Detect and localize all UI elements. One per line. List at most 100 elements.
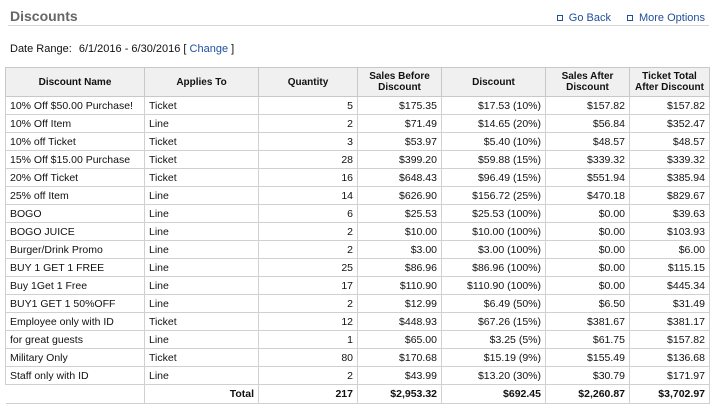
cell-applies-to: Ticket bbox=[144, 312, 259, 331]
cell-quantity: 16 bbox=[258, 168, 358, 187]
table-row: Employee only with ID Ticket 12 $448.93 $67.… bbox=[5, 312, 710, 331]
cell-quantity: 2 bbox=[258, 222, 358, 241]
cell-applies-to: Line bbox=[144, 276, 259, 295]
cell-sales-before: $12.99 bbox=[357, 294, 442, 313]
cell-sales-before: $53.97 bbox=[357, 132, 442, 151]
cell-discount: $13.20 (30%) bbox=[441, 366, 546, 385]
cell-quantity: 12 bbox=[258, 312, 358, 331]
cell-sales-before: $648.43 bbox=[357, 168, 442, 187]
square-bullet-icon bbox=[556, 15, 563, 21]
cell-discount: $96.49 (15%) bbox=[441, 168, 546, 187]
cell-sales-after: $551.94 bbox=[545, 168, 630, 187]
cell-ticket-total: $115.15 bbox=[629, 258, 710, 277]
cell-applies-to: Ticket bbox=[144, 150, 259, 169]
cell-ticket-total: $48.57 bbox=[629, 132, 710, 151]
go-back-link[interactable]: Go Back bbox=[556, 12, 611, 24]
date-range: Date Range: 6/1/2016 - 6/30/2016 [ Chang… bbox=[10, 43, 234, 55]
cell-discount-name: for great guests bbox=[5, 330, 145, 349]
table-row: BUY 1 GET 1 FREE Line 25 $86.96 $86.96 (100%… bbox=[5, 258, 710, 277]
cell-ticket-total: $136.68 bbox=[629, 348, 710, 367]
cell-applies-to: Ticket bbox=[144, 132, 259, 151]
cell-discount-name: 20% Off Ticket bbox=[5, 168, 145, 187]
cell-sales-before: $71.49 bbox=[357, 114, 442, 133]
cell-quantity: 80 bbox=[258, 348, 358, 367]
header-links: Go Back More Options bbox=[556, 12, 705, 24]
change-date-link[interactable]: Change bbox=[190, 43, 229, 55]
total-sales-after: $2,260.87 bbox=[545, 384, 630, 404]
table-row: Burger/Drink Promo Line 2 $3.00 $3.00 (100%)… bbox=[5, 240, 710, 259]
table-row: 10% Off Item Line 2 $71.49 $14.65 (20%) $56.8… bbox=[5, 114, 710, 133]
cell-sales-after: $339.32 bbox=[545, 150, 630, 169]
cell-discount: $3.25 (5%) bbox=[441, 330, 546, 349]
cell-sales-before: $175.35 bbox=[357, 96, 442, 115]
table-row: Military Only Ticket 80 $170.68 $15.19 (9%) $… bbox=[5, 348, 710, 367]
cell-sales-after: $0.00 bbox=[545, 204, 630, 223]
cell-discount-name: 10% Off Item bbox=[5, 114, 145, 133]
table-row: BOGO Line 6 $25.53 $25.53 (100%) $0.00 $39.63 bbox=[5, 204, 710, 223]
cell-sales-before: $43.99 bbox=[357, 366, 442, 385]
column-header-sales-before[interactable]: Sales Before Discount bbox=[357, 67, 442, 97]
column-header-sales-after[interactable]: Sales After Discount bbox=[545, 67, 630, 97]
cell-discount: $156.72 (25%) bbox=[441, 186, 546, 205]
cell-ticket-total: $829.67 bbox=[629, 186, 710, 205]
cell-ticket-total: $39.63 bbox=[629, 204, 710, 223]
cell-applies-to: Ticket bbox=[144, 96, 259, 115]
cell-sales-after: $30.79 bbox=[545, 366, 630, 385]
cell-quantity: 1 bbox=[258, 330, 358, 349]
total-ticket-total: $3,702.97 bbox=[629, 384, 710, 404]
date-range-value: 6/1/2016 - 6/30/2016 bbox=[78, 43, 181, 55]
cell-applies-to: Ticket bbox=[144, 168, 259, 187]
cell-sales-before: $170.68 bbox=[357, 348, 442, 367]
table-header-row: Discount Name Applies To Quantity Sales … bbox=[5, 67, 710, 97]
total-discount: $692.45 bbox=[441, 384, 546, 404]
cell-ticket-total: $445.34 bbox=[629, 276, 710, 295]
cell-applies-to: Line bbox=[144, 294, 259, 313]
cell-quantity: 2 bbox=[258, 114, 358, 133]
cell-sales-before: $399.20 bbox=[357, 150, 442, 169]
cell-discount-name: 25% off Item bbox=[5, 186, 145, 205]
cell-quantity: 5 bbox=[258, 96, 358, 115]
cell-sales-after: $157.82 bbox=[545, 96, 630, 115]
cell-ticket-total: $31.49 bbox=[629, 294, 710, 313]
cell-applies-to: Line bbox=[144, 222, 259, 241]
cell-sales-before: $25.53 bbox=[357, 204, 442, 223]
cell-discount-name: Burger/Drink Promo bbox=[5, 240, 145, 259]
cell-discount-name: BUY 1 GET 1 FREE bbox=[5, 258, 145, 277]
close-bracket: ] bbox=[231, 43, 235, 55]
total-label: Total bbox=[144, 384, 259, 404]
column-header-quantity[interactable]: Quantity bbox=[258, 67, 358, 97]
open-bracket: [ bbox=[183, 43, 187, 55]
cell-discount-name: Buy 1Get 1 Free bbox=[5, 276, 145, 295]
column-header-applies-to[interactable]: Applies To bbox=[144, 67, 259, 97]
column-header-ticket-total[interactable]: Ticket Total After Discount bbox=[629, 67, 710, 97]
table-body: 10% Off $50.00 Purchase! Ticket 5 $175.35 $1… bbox=[5, 96, 710, 385]
table-row: Buy 1Get 1 Free Line 17 $110.90 $110.90 (100… bbox=[5, 276, 710, 295]
cell-discount-name: BOGO bbox=[5, 204, 145, 223]
cell-discount: $25.53 (100%) bbox=[441, 204, 546, 223]
cell-sales-before: $86.96 bbox=[357, 258, 442, 277]
more-options-link[interactable]: More Options bbox=[626, 12, 705, 24]
cell-sales-after: $48.57 bbox=[545, 132, 630, 151]
cell-applies-to: Line bbox=[144, 204, 259, 223]
cell-quantity: 2 bbox=[258, 240, 358, 259]
cell-discount-name: 15% Off $15.00 Purchase bbox=[5, 150, 145, 169]
cell-sales-before: $110.90 bbox=[357, 276, 442, 295]
page-header: Discounts Go Back More Options bbox=[8, 8, 709, 26]
cell-discount-name: Military Only bbox=[5, 348, 145, 367]
cell-discount: $59.88 (15%) bbox=[441, 150, 546, 169]
cell-quantity: 14 bbox=[258, 186, 358, 205]
cell-applies-to: Line bbox=[144, 240, 259, 259]
cell-applies-to: Line bbox=[144, 114, 259, 133]
total-empty-cell bbox=[5, 384, 145, 404]
cell-applies-to: Line bbox=[144, 366, 259, 385]
cell-sales-after: $0.00 bbox=[545, 222, 630, 241]
column-header-discount[interactable]: Discount bbox=[441, 67, 546, 97]
cell-quantity: 28 bbox=[258, 150, 358, 169]
cell-quantity: 6 bbox=[258, 204, 358, 223]
cell-applies-to: Line bbox=[144, 186, 259, 205]
cell-sales-before: $3.00 bbox=[357, 240, 442, 259]
column-header-discount-name[interactable]: Discount Name bbox=[5, 67, 145, 97]
cell-quantity: 17 bbox=[258, 276, 358, 295]
table-row: 25% off Item Line 14 $626.90 $156.72 (25%) $4… bbox=[5, 186, 710, 205]
cell-sales-before: $448.93 bbox=[357, 312, 442, 331]
